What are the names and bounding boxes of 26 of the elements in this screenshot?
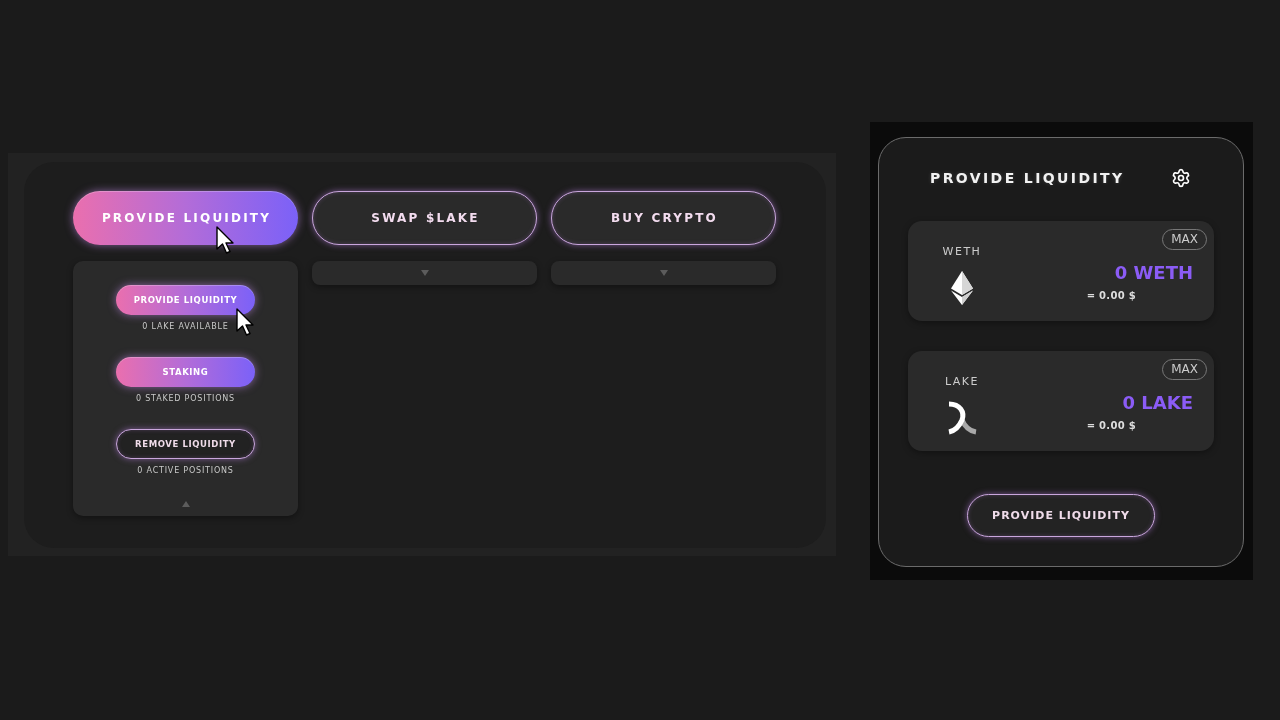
token-amount: 0 LAKE bbox=[1122, 391, 1193, 415]
cursor-icon bbox=[216, 226, 234, 254]
cursor-icon bbox=[236, 308, 254, 336]
dropdown-toggle[interactable] bbox=[551, 261, 776, 285]
caret-up-icon[interactable] bbox=[181, 501, 190, 507]
tab-button[interactable]: BUY CRYPTO bbox=[551, 191, 776, 245]
caret-down-icon bbox=[659, 270, 668, 276]
card-title: PROVIDE LIQUIDITY bbox=[930, 170, 1125, 186]
curved-lambda-logo-icon bbox=[947, 401, 977, 435]
action-caption: 0 STAKED POSITIONS bbox=[135, 393, 235, 405]
token-symbol: WETH bbox=[942, 246, 982, 258]
token-amount: 0 WETH bbox=[1114, 261, 1193, 285]
caret-down-icon bbox=[420, 270, 429, 276]
action-caption: 0 LAKE AVAILABLE bbox=[142, 321, 229, 333]
dropdown-toggle[interactable] bbox=[312, 261, 537, 285]
usd-value: = 0.00 $ bbox=[1086, 419, 1136, 432]
action-button[interactable]: PROVIDE LIQUIDITY bbox=[115, 285, 256, 315]
action-caption: 0 ACTIVE POSITIONS bbox=[137, 465, 234, 477]
tab-button[interactable]: SWAP $LAKE bbox=[312, 191, 537, 245]
diamond-coin-icon bbox=[951, 271, 973, 305]
token-symbol: LAKE bbox=[944, 376, 980, 388]
action-button[interactable]: REMOVE LIQUIDITY bbox=[116, 429, 255, 459]
provide-liquidity-button[interactable]: PROVIDE LIQUIDITY bbox=[967, 494, 1155, 537]
usd-value: = 0.00 $ bbox=[1086, 289, 1136, 302]
settings-icon[interactable] bbox=[1171, 168, 1191, 188]
tab-button[interactable]: PROVIDE LIQUIDITY bbox=[73, 191, 298, 245]
